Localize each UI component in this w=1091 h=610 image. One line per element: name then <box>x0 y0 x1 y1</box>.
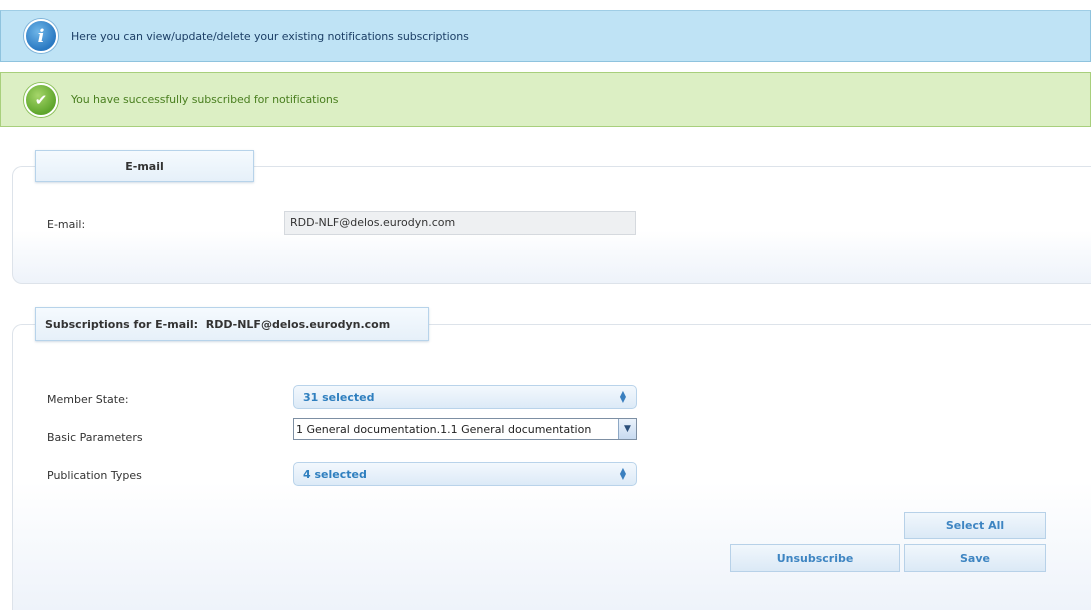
up-down-arrows-icon: ▲ ▼ <box>619 466 626 481</box>
publication-types-value: 4 selected <box>303 467 367 481</box>
select-all-button[interactable]: Select All <box>904 512 1046 539</box>
email-field[interactable]: RDD-NLF@delos.eurodyn.com <box>284 211 636 235</box>
unsubscribe-button[interactable]: Unsubscribe <box>730 544 900 572</box>
checkmark-icon: ✔ <box>24 82 58 117</box>
save-button[interactable]: Save <box>904 544 1046 572</box>
basic-parameters-label: Basic Parameters <box>47 431 143 444</box>
email-section-legend: E-mail <box>35 150 254 182</box>
success-banner: ✔ You have successfully subscribed for n… <box>0 72 1091 127</box>
info-banner: i Here you can view/update/delete your e… <box>0 10 1091 62</box>
subscriptions-section-legend: Subscriptions for E-mail: RDD-NLF@delos.… <box>35 307 429 341</box>
basic-parameters-select[interactable]: 1 General documentation.1.1 General docu… <box>293 418 637 440</box>
chevron-down-icon[interactable]: ▼ <box>618 419 636 439</box>
info-banner-text: Here you can view/update/delete your exi… <box>71 29 469 43</box>
publication-types-label: Publication Types <box>47 469 142 482</box>
member-state-label: Member State: <box>47 393 129 406</box>
member-state-value: 31 selected <box>303 390 375 404</box>
publication-types-multiselect[interactable]: 4 selected ▲ ▼ <box>293 462 637 486</box>
info-icon: i <box>24 19 58 53</box>
up-down-arrows-icon: ▲ ▼ <box>619 389 626 404</box>
basic-parameters-value: 1 General documentation.1.1 General docu… <box>296 422 592 436</box>
member-state-multiselect[interactable]: 31 selected ▲ ▼ <box>293 385 637 409</box>
success-banner-text: You have successfully subscribed for not… <box>71 93 339 106</box>
email-label: E-mail: <box>47 218 86 231</box>
